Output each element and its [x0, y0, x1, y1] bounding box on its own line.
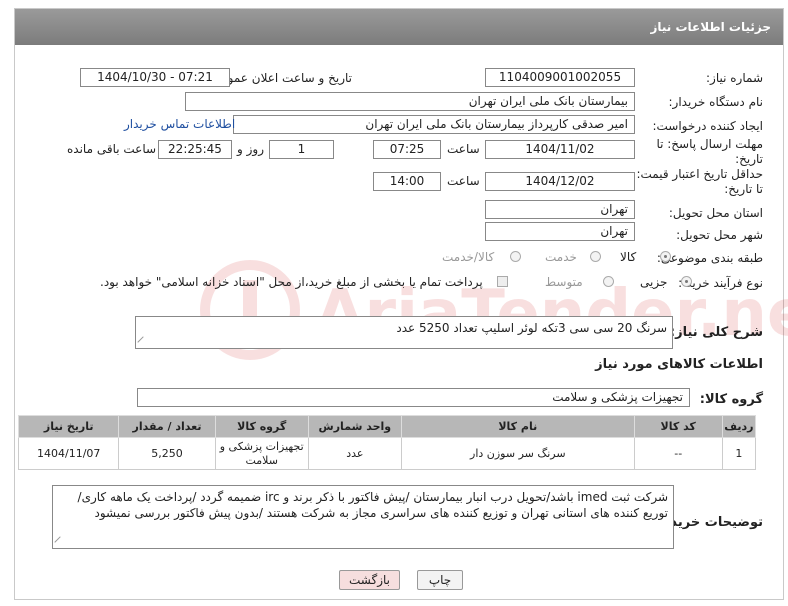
creator-field: امیر صدقی کارپرداز بیمارستان بانک ملی ای… [233, 115, 635, 134]
announce-field: 1404/10/30 - 07:21 [80, 68, 230, 87]
deadline-date-field: 1404/11/02 [485, 140, 635, 159]
description-textarea[interactable]: سرنگ 20 سی سی 3تکه لوئر اسلیپ تعداد 5250… [135, 316, 673, 349]
category-radio-service[interactable] [590, 251, 601, 262]
category-radio-goods-service[interactable] [510, 251, 521, 262]
validity-date-field: 1404/12/02 [485, 172, 635, 191]
category-radio-goods[interactable] [660, 251, 671, 262]
creator-label: ایجاد کننده درخواست: [652, 119, 763, 133]
col-unit: واحد شمارش [307, 415, 402, 438]
resize-grip-icon[interactable] [54, 536, 66, 548]
deadline-time-label: ساعت [447, 142, 480, 156]
category-option-goods: کالا [620, 250, 637, 264]
days-label: روز و [237, 142, 264, 156]
cell-group: تجهیزات پزشکی و سلامت [214, 437, 309, 470]
back-button[interactable]: بازگشت [339, 570, 400, 590]
category-option-service: خدمت [545, 250, 577, 264]
print-button[interactable]: چاپ [417, 570, 463, 590]
goods-table-header: ردیف کد کالا نام کالا واحد شمارش گروه کا… [17, 415, 757, 438]
col-row: ردیف [721, 415, 757, 438]
table-row: 1 -- سرنگ سر سوزن دار عدد تجهیزات پزشکی … [17, 437, 757, 470]
buyer-org-label: نام دستگاه خریدار: [668, 95, 764, 109]
deadline-label-date: تاریخ: [735, 152, 763, 166]
category-label: طبقه بندی موضوعی: [656, 251, 763, 265]
cell-row: 1 [721, 437, 757, 470]
col-qty: تعداد / مقدار [118, 415, 216, 438]
resize-grip-icon[interactable] [137, 336, 149, 348]
treasury-checkbox[interactable] [497, 276, 508, 287]
cell-code: -- [633, 437, 723, 470]
cell-date: 1404/11/07 [17, 437, 120, 470]
need-number-field: 1104009001002055 [485, 68, 635, 87]
goods-group-label: گروه کالا: [699, 392, 763, 407]
validity-time-label: ساعت [447, 174, 480, 188]
province-field: تهران [485, 200, 635, 219]
process-option-medium: متوسط [545, 275, 583, 289]
buyer-org-field: بیمارستان بانک ملی ایران تهران [185, 92, 635, 111]
deadline-time-field: 07:25 [373, 140, 441, 159]
description-text: سرنگ 20 سی سی 3تکه لوئر اسلیپ تعداد 5250… [396, 321, 667, 335]
category-option-goods-service: کالا/خدمت [442, 250, 495, 264]
process-radio-medium[interactable] [603, 276, 614, 287]
process-radio-minor[interactable] [681, 276, 692, 287]
payment-note: پرداخت تمام یا بخشی از مبلغ خرید،از محل … [100, 275, 483, 289]
validity-label-date: تا تاریخ: [724, 182, 763, 196]
remaining-time-field: 22:25:45 [158, 140, 232, 159]
col-name: نام کالا [400, 415, 635, 438]
city-label: شهر محل تحویل: [676, 228, 763, 242]
buyer-notes-textarea[interactable]: شرکت ثبت imed باشد/تحویل درب انبار بیمار… [52, 485, 674, 549]
cell-name: سرنگ سر سوزن دار [400, 437, 635, 470]
description-label: شرح کلی نیاز: [669, 325, 763, 340]
remaining-time-label: ساعت باقی مانده [67, 142, 157, 156]
province-label: استان محل تحویل: [668, 206, 763, 220]
page-title: جزئیات اطلاعات نیاز [15, 9, 783, 45]
city-field: تهران [485, 222, 635, 241]
validity-label: حداقل تاریخ اعتبار قیمت: [636, 167, 763, 181]
col-code: کد کالا [633, 415, 723, 438]
col-group: گروه کالا [214, 415, 309, 438]
goods-group-field: تجهیزات پزشکی و سلامت [137, 388, 690, 407]
col-date: تاریخ نیاز [17, 415, 120, 438]
deadline-label: مهلت ارسال پاسخ: تا [656, 137, 763, 151]
contact-buyer-link[interactable]: اطلاعات تماس خریدار [124, 117, 235, 131]
goods-table: ردیف کد کالا نام کالا واحد شمارش گروه کا… [17, 415, 757, 470]
goods-section-title: اطلاعات کالاهای مورد نیاز [595, 357, 763, 372]
buyer-notes-text: شرکت ثبت imed باشد/تحویل درب انبار بیمار… [77, 490, 668, 520]
cell-qty: 5,250 [118, 437, 216, 470]
validity-time-field: 14:00 [373, 172, 441, 191]
need-number-label: شماره نیاز: [706, 71, 763, 85]
cell-unit: عدد [307, 437, 402, 470]
process-option-minor: جزیی [640, 275, 668, 289]
days-field: 1 [269, 140, 334, 159]
